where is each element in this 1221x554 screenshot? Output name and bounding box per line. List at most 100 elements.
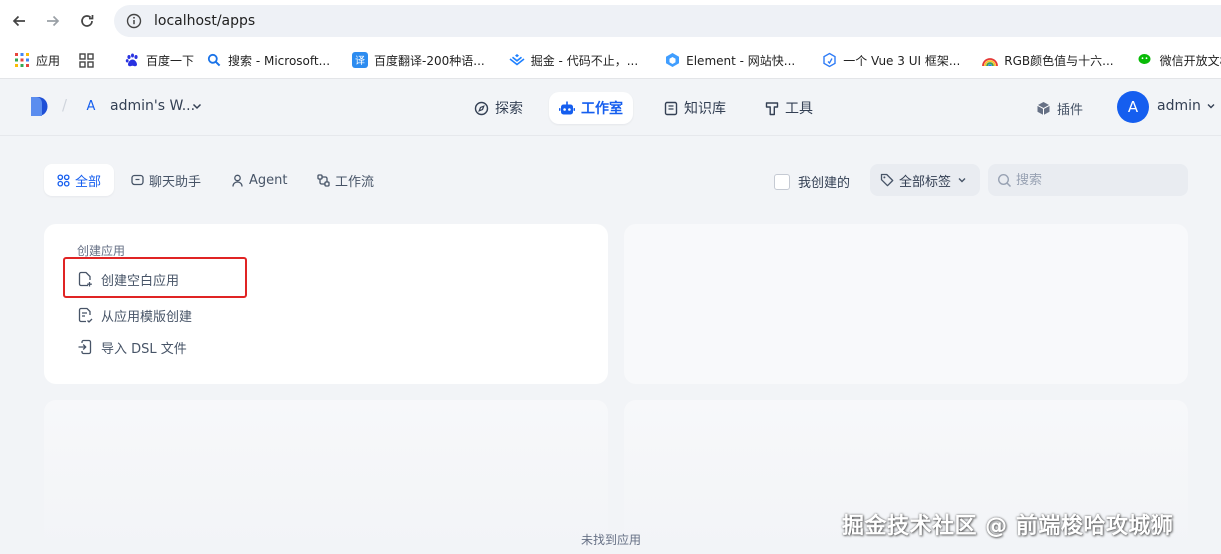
tab-workflow[interactable]: 工作流 bbox=[304, 164, 387, 196]
bookmark-element[interactable]: Element - 网站快... bbox=[658, 48, 801, 72]
nav-studio[interactable]: 工作室 bbox=[549, 92, 633, 124]
apps-grid-icon bbox=[15, 53, 29, 67]
nav-knowledge-label: 知识库 bbox=[684, 101, 726, 117]
nav-tools[interactable]: 工具 bbox=[755, 92, 823, 124]
import-dsl-label: 导入 DSL 文件 bbox=[101, 341, 187, 357]
element-icon bbox=[665, 53, 679, 67]
bookmark-vue-ui[interactable]: 一个 Vue 3 UI 框架... bbox=[815, 48, 966, 72]
translate-icon: 译 bbox=[352, 52, 369, 68]
tag-filter-label: 全部标签 bbox=[899, 174, 952, 190]
robot-icon bbox=[559, 101, 575, 114]
bookmark-label: 应用 bbox=[36, 53, 61, 68]
bookmark-baidu[interactable]: 百度一下 bbox=[118, 48, 200, 72]
tag-filter-select[interactable]: 全部标签 bbox=[870, 164, 980, 196]
nav-explore-label: 探索 bbox=[495, 101, 523, 117]
bookmark-wechat-docs[interactable]: 微信开放文档 bbox=[1132, 48, 1221, 72]
highlight-annotation-box bbox=[63, 257, 247, 298]
bookmark-label: 微信开放文档 bbox=[1159, 53, 1221, 68]
file-template-icon bbox=[78, 307, 93, 323]
nav-knowledge[interactable]: 知识库 bbox=[654, 92, 736, 124]
browser-toolbar: localhost/apps bbox=[0, 0, 1221, 42]
chevron-down-icon[interactable] bbox=[191, 100, 203, 112]
reload-button[interactable] bbox=[72, 6, 102, 36]
bookmark-label: 掘金 - 代码不止，... bbox=[530, 53, 639, 68]
url-text[interactable]: localhost/apps bbox=[154, 13, 255, 29]
nav-explore[interactable]: 探索 bbox=[464, 92, 533, 124]
bookmark-rgb[interactable]: RGB颜色值与十六... bbox=[976, 48, 1119, 72]
create-from-template-button[interactable]: 从应用模版创建 bbox=[77, 304, 192, 326]
workflow-icon bbox=[317, 173, 330, 187]
create-app-card: 创建应用 创建空白应用 从应用模版创建 导入 DSL 文件 bbox=[44, 224, 608, 384]
my-created-filter[interactable]: 我创建的 bbox=[774, 172, 850, 191]
tab-groups-icon bbox=[78, 52, 94, 68]
user-name[interactable]: admin bbox=[1157, 98, 1201, 114]
tab-all-label: 全部 bbox=[75, 174, 102, 190]
import-dsl-button[interactable]: 导入 DSL 文件 bbox=[77, 336, 187, 358]
chevron-down-icon[interactable] bbox=[1206, 101, 1216, 111]
bookmarks-bar: 应用 百度一下 搜索 - Microsoft... 译 百度翻译-200种语..… bbox=[0, 42, 1221, 79]
bookmark-label: 百度一下 bbox=[146, 53, 195, 68]
back-button[interactable] bbox=[4, 6, 34, 36]
app-card-placeholder bbox=[624, 224, 1188, 384]
wechat-icon bbox=[1138, 54, 1151, 64]
logo-icon bbox=[31, 97, 48, 116]
cube-icon bbox=[1037, 102, 1050, 115]
my-created-label: 我创建的 bbox=[798, 176, 851, 191]
bookmark-label: 百度翻译-200种语... bbox=[374, 53, 485, 68]
tab-all[interactable]: 全部 bbox=[44, 164, 115, 196]
compass-icon bbox=[474, 101, 489, 115]
rainbow-icon bbox=[982, 58, 999, 67]
book-icon bbox=[664, 101, 678, 115]
agent-icon bbox=[232, 174, 243, 187]
app-header: / A admin's W... 探索 工作室 知识库 工具 插件 A admi… bbox=[0, 79, 1221, 136]
tab-chat-label: 聊天助手 bbox=[149, 174, 202, 190]
address-bar[interactable]: localhost/apps bbox=[114, 5, 1221, 37]
bookmark-label: 一个 Vue 3 UI 框架... bbox=[843, 53, 961, 68]
tab-agent-label: Agent bbox=[249, 172, 288, 188]
workspace-avatar[interactable]: A bbox=[82, 98, 100, 116]
vue-ui-icon bbox=[823, 52, 836, 68]
nav-tools-label: 工具 bbox=[785, 101, 813, 117]
chat-bubble-icon bbox=[131, 174, 144, 185]
bookmark-bing-search[interactable]: 搜索 - Microsoft... bbox=[200, 48, 336, 72]
watermark: 掘金技术社区 @ 前端梭哈攻城狮 bbox=[842, 514, 1174, 539]
plugins-label: 插件 bbox=[1057, 103, 1084, 118]
header-separator: / bbox=[62, 96, 68, 114]
create-from-template-label: 从应用模版创建 bbox=[101, 309, 193, 325]
chevron-down-icon bbox=[958, 178, 966, 183]
arrow-left-icon bbox=[12, 15, 25, 27]
bookmark-juejin[interactable]: 掘金 - 代码不止，... bbox=[503, 48, 644, 72]
search-icon bbox=[207, 53, 221, 67]
plugins-button[interactable]: 插件 bbox=[1036, 99, 1083, 118]
bookmark-baidu-translate[interactable]: 译 百度翻译-200种语... bbox=[346, 48, 491, 72]
svg-text:译: 译 bbox=[355, 55, 365, 67]
tab-agent[interactable]: Agent bbox=[218, 164, 300, 196]
juejin-icon bbox=[509, 54, 525, 66]
site-info-icon[interactable] bbox=[126, 13, 142, 29]
search-input[interactable] bbox=[1016, 172, 1176, 188]
tab-chat-assistant[interactable]: 聊天助手 bbox=[118, 164, 214, 196]
bookmark-apps[interactable]: 应用 bbox=[8, 48, 66, 72]
app-card-placeholder bbox=[44, 400, 608, 554]
workspace-name[interactable]: admin's W... bbox=[110, 98, 195, 114]
my-created-checkbox[interactable] bbox=[774, 173, 790, 190]
tag-icon bbox=[880, 173, 894, 187]
nav-studio-label: 工作室 bbox=[581, 101, 623, 117]
arrow-right-icon bbox=[47, 15, 60, 27]
bookmark-label: 搜索 - Microsoft... bbox=[228, 53, 331, 68]
dify-logo[interactable] bbox=[30, 96, 50, 118]
file-import-icon bbox=[78, 339, 92, 355]
bookmark-tab-groups[interactable] bbox=[72, 48, 106, 72]
forward-button[interactable] bbox=[38, 6, 68, 36]
reload-icon bbox=[81, 15, 94, 27]
no-apps-found-text: 未找到应用 bbox=[581, 533, 642, 547]
bookmark-label: Element - 网站快... bbox=[686, 53, 796, 68]
search-box[interactable] bbox=[988, 164, 1188, 196]
baidu-paw-icon bbox=[125, 53, 138, 66]
hammer-icon bbox=[765, 101, 779, 115]
bookmark-label: RGB颜色值与十六... bbox=[1004, 53, 1114, 68]
tab-workflow-label: 工作流 bbox=[335, 174, 375, 190]
grid-icon bbox=[57, 173, 70, 187]
user-avatar[interactable]: A bbox=[1117, 91, 1149, 123]
search-icon bbox=[997, 173, 1012, 187]
